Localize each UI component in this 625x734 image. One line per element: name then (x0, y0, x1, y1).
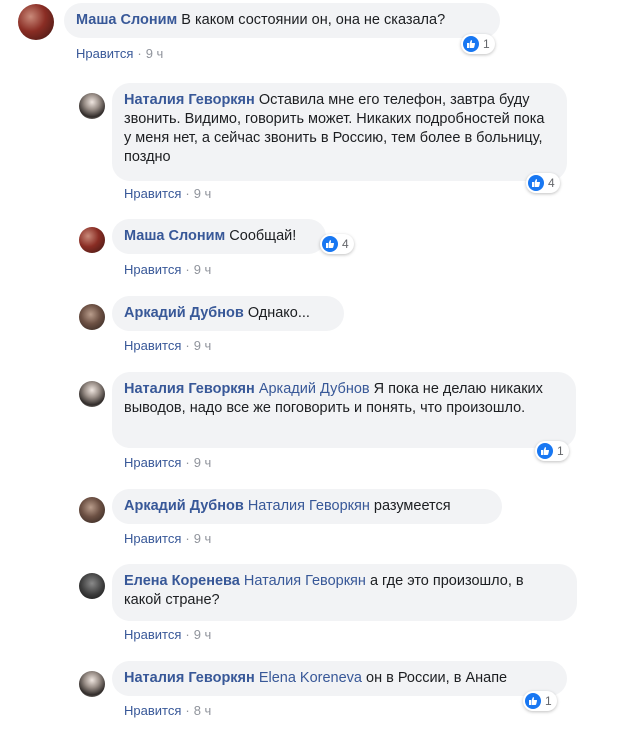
thumbs-up-icon (525, 693, 541, 709)
mention-link[interactable]: Elena Koreneva (259, 670, 362, 686)
avatar[interactable] (79, 671, 105, 697)
reaction-number: 1 (545, 694, 552, 708)
like-button[interactable]: Нравится (124, 703, 181, 718)
comment-text: он в России, в Анапе (366, 670, 508, 686)
comment-actions: Нравится · 8 ч (124, 703, 212, 718)
comment-author[interactable]: Наталия Геворкян (124, 670, 255, 686)
reaction-count[interactable]: 1 (523, 691, 557, 711)
comment-time[interactable]: 8 ч (194, 703, 212, 718)
comment-reply: Наталия Геворкян Elena Koreneva он в Рос… (0, 0, 625, 734)
comment-bubble: Наталия Геворкян Elena Koreneva он в Рос… (112, 661, 567, 696)
comment-thread: Маша Слоним В каком состоянии он, она не… (0, 0, 625, 734)
